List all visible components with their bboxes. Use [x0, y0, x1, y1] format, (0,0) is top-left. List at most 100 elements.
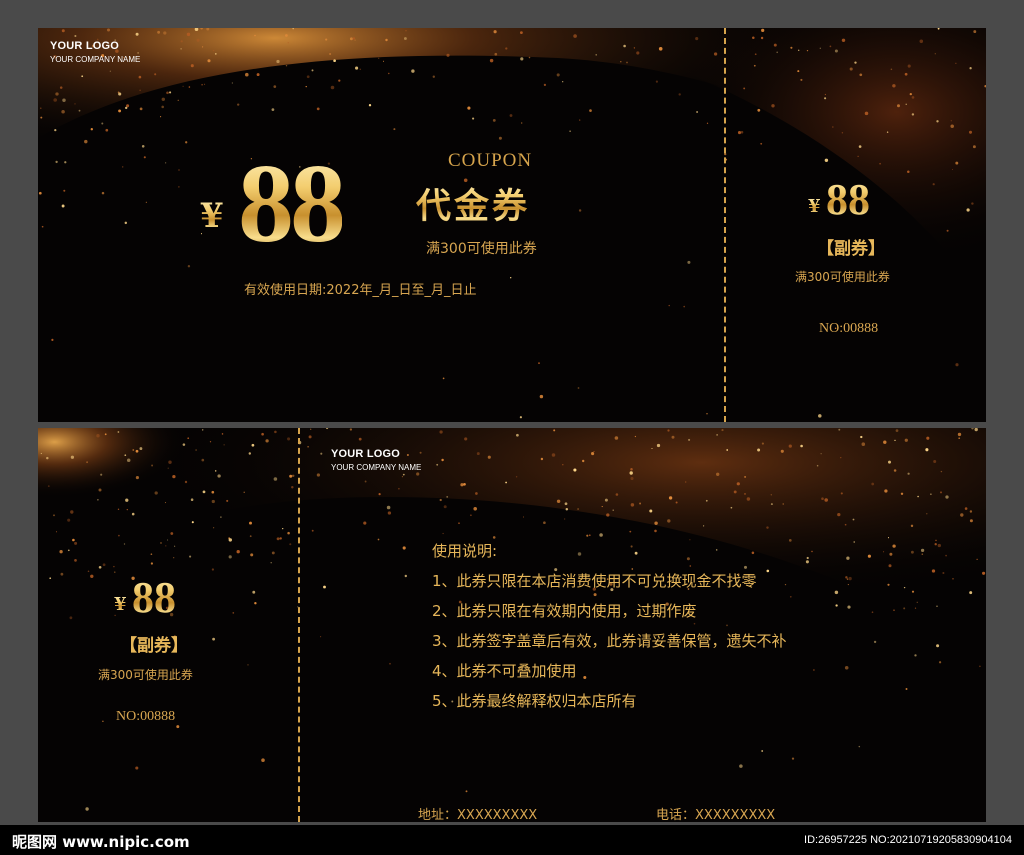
sparkle-particle	[892, 84, 896, 88]
sparkle-particle	[104, 433, 107, 436]
sparkle-particle	[143, 156, 146, 159]
sparkle-particle	[806, 556, 809, 560]
sparkle-particle	[55, 531, 58, 533]
sparkle-particle	[98, 565, 102, 569]
sparkle-particle	[150, 553, 153, 556]
sparkle-particle	[733, 490, 737, 494]
sparkle-particle	[658, 47, 663, 51]
sparkle-particle	[338, 79, 341, 82]
sparkle-particle	[623, 44, 626, 48]
sparkle-particle	[615, 493, 619, 496]
sparkle-particle	[743, 87, 746, 90]
sparkle-particle	[686, 557, 690, 561]
sparkle-particle	[184, 480, 188, 484]
sparkle-particle	[595, 54, 597, 56]
sparkle-particle	[311, 69, 314, 72]
sparkle-particle	[743, 565, 748, 569]
sparkle-particle	[270, 561, 272, 564]
sparkle-particle	[713, 52, 718, 56]
sparkle-particle	[667, 429, 670, 432]
sparkle-particle	[170, 532, 174, 535]
sparkle-particle	[55, 160, 58, 164]
sparkle-particle	[577, 508, 580, 510]
address-value: XXXXXXXXX	[457, 808, 538, 822]
sparkle-particle	[579, 119, 581, 121]
sparkle-particle	[837, 512, 841, 517]
sparkle-particle	[593, 593, 597, 597]
sparkle-particle	[62, 98, 66, 103]
sparkle-particle	[556, 499, 561, 504]
sparkle-particle	[716, 434, 718, 436]
sparkle-particle	[780, 449, 784, 453]
sparkle-particle	[446, 495, 449, 498]
sparkle-particle	[220, 516, 222, 518]
stub-title: 【副券】	[817, 239, 885, 259]
stub-number: NO:00888	[116, 709, 176, 724]
sparkle-particle	[844, 666, 849, 670]
sparkle-particle	[852, 518, 855, 521]
sparkle-particle	[751, 551, 755, 555]
logo-text: YOUR LOGO	[331, 448, 401, 460]
sparkle-particle	[805, 560, 809, 564]
sparkle-particle	[979, 665, 981, 668]
sparkle-particle	[131, 512, 135, 516]
sparkle-particle	[829, 45, 832, 48]
sparkle-particle	[404, 574, 407, 578]
sparkle-particle	[63, 189, 66, 192]
sparkle-particle	[74, 559, 77, 562]
sparkle-particle	[687, 260, 691, 264]
sparkle-particle	[849, 67, 853, 71]
sparkle-particle	[145, 201, 147, 203]
sparkle-particle	[599, 533, 603, 537]
sparkle-particle	[505, 47, 508, 50]
sparkle-particle	[87, 570, 90, 573]
sparkle-particle	[135, 476, 139, 480]
sparkle-particle	[135, 449, 139, 453]
sparkle-particle	[510, 277, 512, 279]
sparkle-particle	[583, 675, 587, 680]
instruction-item: 4、此券不可叠加使用	[432, 662, 577, 680]
sparkle-particle	[85, 807, 89, 811]
sparkle-particle	[207, 59, 211, 63]
sparkle-particle	[573, 468, 577, 472]
sparkle-particle	[53, 98, 57, 102]
sparkle-particle	[492, 118, 496, 122]
instruction-item: 2、此券只限在有效期内使用，过期作废	[432, 602, 697, 620]
sparkle-particle	[614, 436, 619, 440]
sparkle-particle	[630, 476, 634, 481]
sparkle-particle	[178, 169, 180, 171]
sparkle-particle	[903, 586, 906, 589]
sparkle-particle	[333, 59, 336, 63]
sparkle-particle	[888, 460, 891, 464]
sparkle-particle	[114, 571, 116, 573]
sparkle-particle	[189, 555, 192, 558]
sparkle-particle	[41, 225, 44, 228]
sparkle-particle	[443, 505, 447, 509]
sparkle-particle	[265, 439, 269, 443]
sparkle-particle	[887, 537, 890, 539]
sparkle-particle	[932, 183, 935, 186]
sparkle-particle	[458, 522, 460, 524]
company-name: YOUR COMPANY NAME	[50, 55, 141, 64]
sparkle-particle	[467, 106, 471, 110]
sparkle-particle	[40, 107, 42, 109]
sparkle-particle	[973, 30, 977, 34]
sparkle-particle	[151, 464, 154, 467]
sparkle-particle	[926, 436, 930, 440]
sparkle-particle	[871, 482, 875, 486]
sparkle-particle	[858, 145, 862, 148]
sparkle-particle	[982, 571, 986, 575]
sparkle-particle	[169, 91, 172, 94]
sparkle-particle	[773, 43, 777, 47]
sparkle-particle	[564, 502, 568, 506]
sparkle-particle	[287, 531, 290, 535]
sparkle-particle	[630, 503, 635, 507]
sparkle-particle	[61, 110, 65, 114]
sparkle-particle	[364, 480, 367, 483]
sparkle-particle	[67, 549, 70, 552]
sparkle-particle	[914, 607, 917, 609]
sparkle-particle	[519, 416, 522, 419]
sparkle-particle	[358, 437, 362, 441]
sparkle-particle	[160, 542, 162, 544]
sparkle-particle	[254, 602, 257, 605]
